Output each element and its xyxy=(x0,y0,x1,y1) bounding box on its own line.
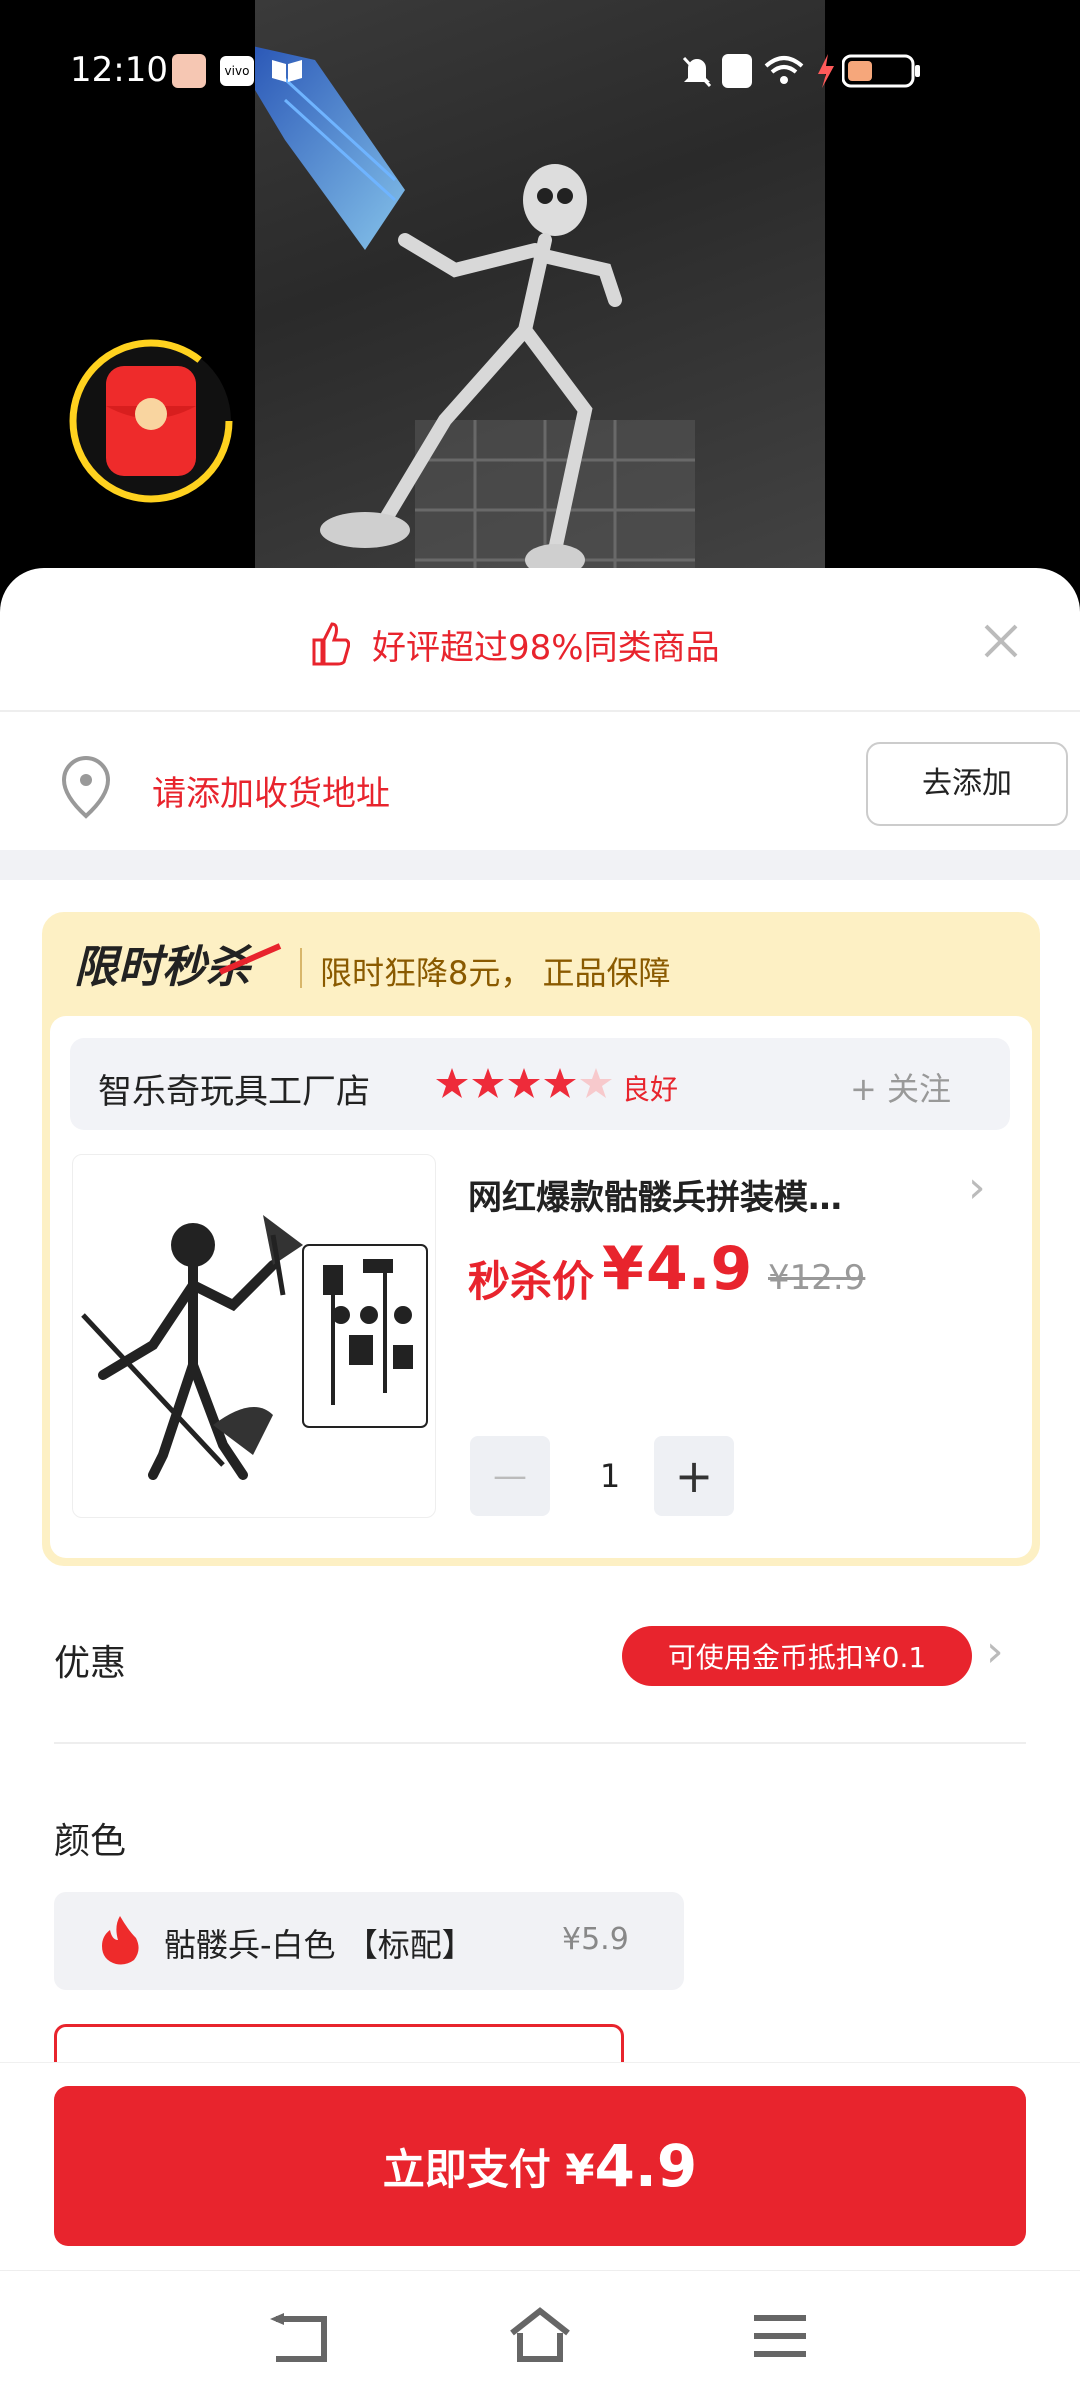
pay-label: 立即支付 ¥ xyxy=(382,2144,595,2194)
hot-flame-icon xyxy=(98,1914,142,1966)
discount-label: 优惠 xyxy=(54,1643,127,1684)
product-video[interactable] xyxy=(0,0,1080,600)
add-address-button[interactable]: 去添加 xyxy=(866,742,1068,826)
follow-button[interactable]: + 关注 xyxy=(850,1064,951,1110)
sale-price: 4.9 xyxy=(646,1234,753,1304)
color-label: 颜色 xyxy=(54,1821,127,1862)
flash-sale-subtitle: 限时狂降8元， 正品保障 xyxy=(320,954,671,992)
store-name: 智乐奇玩具工厂店 xyxy=(98,1072,370,1112)
app-notification-icon xyxy=(172,54,206,88)
divider xyxy=(54,1742,1026,1744)
address-placeholder[interactable]: 请添加收货地址 xyxy=(152,766,390,815)
pay-now-button[interactable]: 立即支付 ¥ 4.9 xyxy=(54,2086,1026,2246)
divider xyxy=(0,710,1080,712)
vivo-badge-icon: vivo xyxy=(220,56,254,86)
wifi-icon xyxy=(762,54,806,88)
home-nav-icon[interactable] xyxy=(506,2305,574,2365)
store-rating-stars xyxy=(434,1066,584,1102)
color-option[interactable]: 骷髅兵-白色 【标配】 ¥5.9 xyxy=(54,1892,684,1990)
currency-symbol: ¥ xyxy=(602,1234,644,1304)
status-time: 12:10 xyxy=(70,50,168,90)
logo-divider xyxy=(300,948,302,988)
star-empty-icon xyxy=(578,1066,614,1102)
chevron-right-icon[interactable]: › xyxy=(986,1626,1004,1677)
system-nav-bar xyxy=(0,2270,1080,2401)
sim-icon xyxy=(722,54,752,88)
original-price: ¥12.9 xyxy=(768,1258,866,1298)
charging-icon xyxy=(816,54,836,88)
video-frame xyxy=(255,0,825,600)
store-rating-label: 良好 xyxy=(622,1073,679,1106)
mute-icon xyxy=(680,54,714,88)
flash-sale-logo: 限时秒杀 xyxy=(70,932,290,1002)
thumbs-up-icon xyxy=(310,618,351,668)
book-icon xyxy=(270,56,304,84)
pay-amount: 4.9 xyxy=(594,2132,698,2200)
store-row[interactable]: 智乐奇玩具工厂店 良好 + 关注 xyxy=(70,1038,1010,1130)
order-sheet: 好评超过98%同类商品 请添加收货地址 去添加 限时秒杀 限时狂降8元， 正品保… xyxy=(0,568,1080,2400)
product-card: 智乐奇玩具工厂店 良好 + 关注 网红爆款骷髅兵拼装模… › 秒杀价 ¥ 4.9… xyxy=(50,1016,1032,1558)
menu-nav-icon[interactable] xyxy=(752,2311,808,2361)
quantity-value[interactable]: 1 xyxy=(550,1436,670,1516)
section-gap xyxy=(0,850,1080,880)
location-pin-icon xyxy=(58,754,114,820)
back-nav-icon[interactable] xyxy=(268,2309,332,2365)
close-icon[interactable] xyxy=(978,618,1024,664)
color-option-price: ¥5.9 xyxy=(562,1922,629,1957)
coin-discount-pill[interactable]: 可使用金币抵扣¥0.1 xyxy=(622,1626,972,1686)
red-packet-widget[interactable] xyxy=(66,336,236,506)
skeleton-figure-illustration xyxy=(255,46,695,600)
color-option-name: 骷髅兵-白色 【标配】 xyxy=(164,1926,474,1964)
battery-icon xyxy=(841,54,922,88)
product-title[interactable]: 网红爆款骷髅兵拼装模… xyxy=(468,1170,928,1219)
rating-text: 好评超过98%同类商品 xyxy=(372,628,720,668)
increase-quantity-button[interactable]: + xyxy=(654,1436,734,1516)
product-image[interactable] xyxy=(72,1154,436,1518)
decrease-quantity-button[interactable]: — xyxy=(470,1436,550,1516)
flash-sale-card: 限时秒杀 限时狂降8元， 正品保障 智乐奇玩具工厂店 良好 + 关注 网红爆款骷… xyxy=(42,912,1040,1566)
sale-price-label: 秒杀价 xyxy=(468,1257,595,1306)
chevron-right-icon[interactable]: › xyxy=(968,1162,986,1213)
